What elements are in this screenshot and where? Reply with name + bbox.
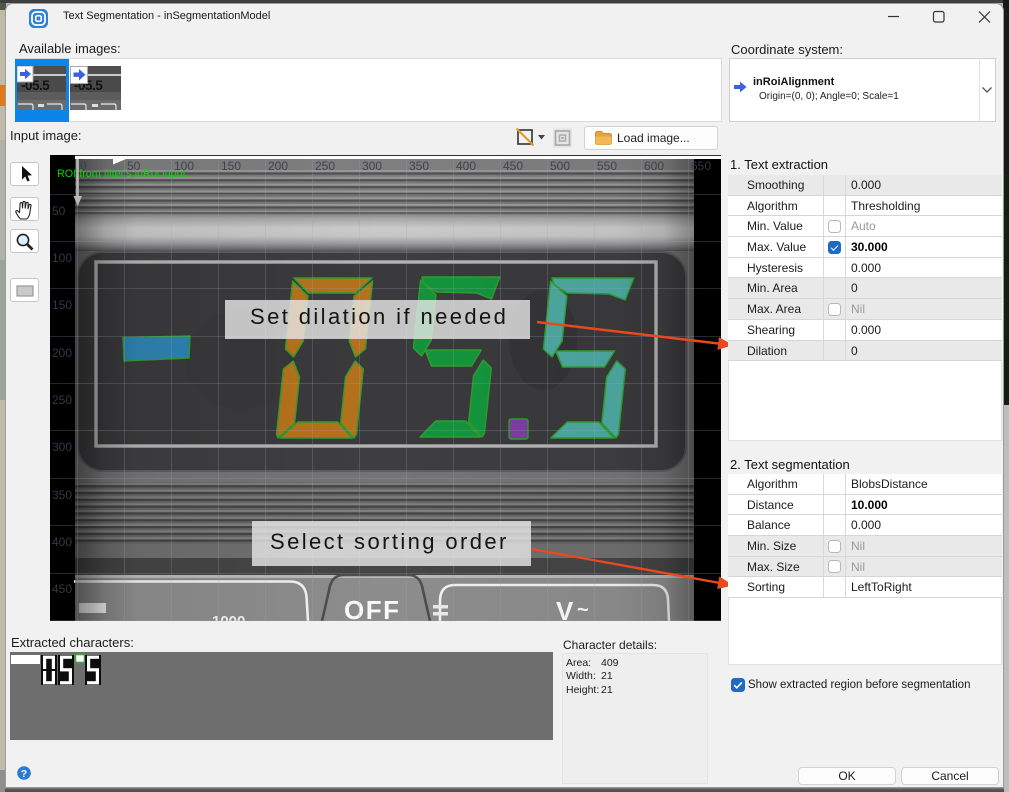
svg-text:150: 150: [52, 298, 72, 312]
svg-text:400: 400: [52, 535, 72, 549]
svg-text:300: 300: [362, 159, 382, 173]
svg-text:150: 150: [221, 159, 241, 173]
svg-text:400: 400: [456, 159, 476, 173]
svg-text:200: 200: [268, 159, 288, 173]
svg-text:250: 250: [52, 393, 72, 407]
svg-text:450: 450: [503, 159, 523, 173]
svg-text:650: 650: [691, 159, 711, 173]
svg-text:550: 550: [597, 159, 617, 173]
svg-text:250: 250: [315, 159, 335, 173]
svg-text:450: 450: [52, 582, 72, 596]
svg-text:300: 300: [52, 440, 72, 454]
svg-text:600: 600: [644, 159, 664, 173]
svg-text:350: 350: [409, 159, 429, 173]
svg-text:?: ?: [21, 768, 27, 780]
svg-text:100: 100: [52, 251, 72, 265]
svg-text:200: 200: [52, 346, 72, 360]
svg-text:500: 500: [550, 159, 570, 173]
svg-text:350: 350: [52, 488, 72, 502]
svg-text:50: 50: [52, 204, 66, 218]
